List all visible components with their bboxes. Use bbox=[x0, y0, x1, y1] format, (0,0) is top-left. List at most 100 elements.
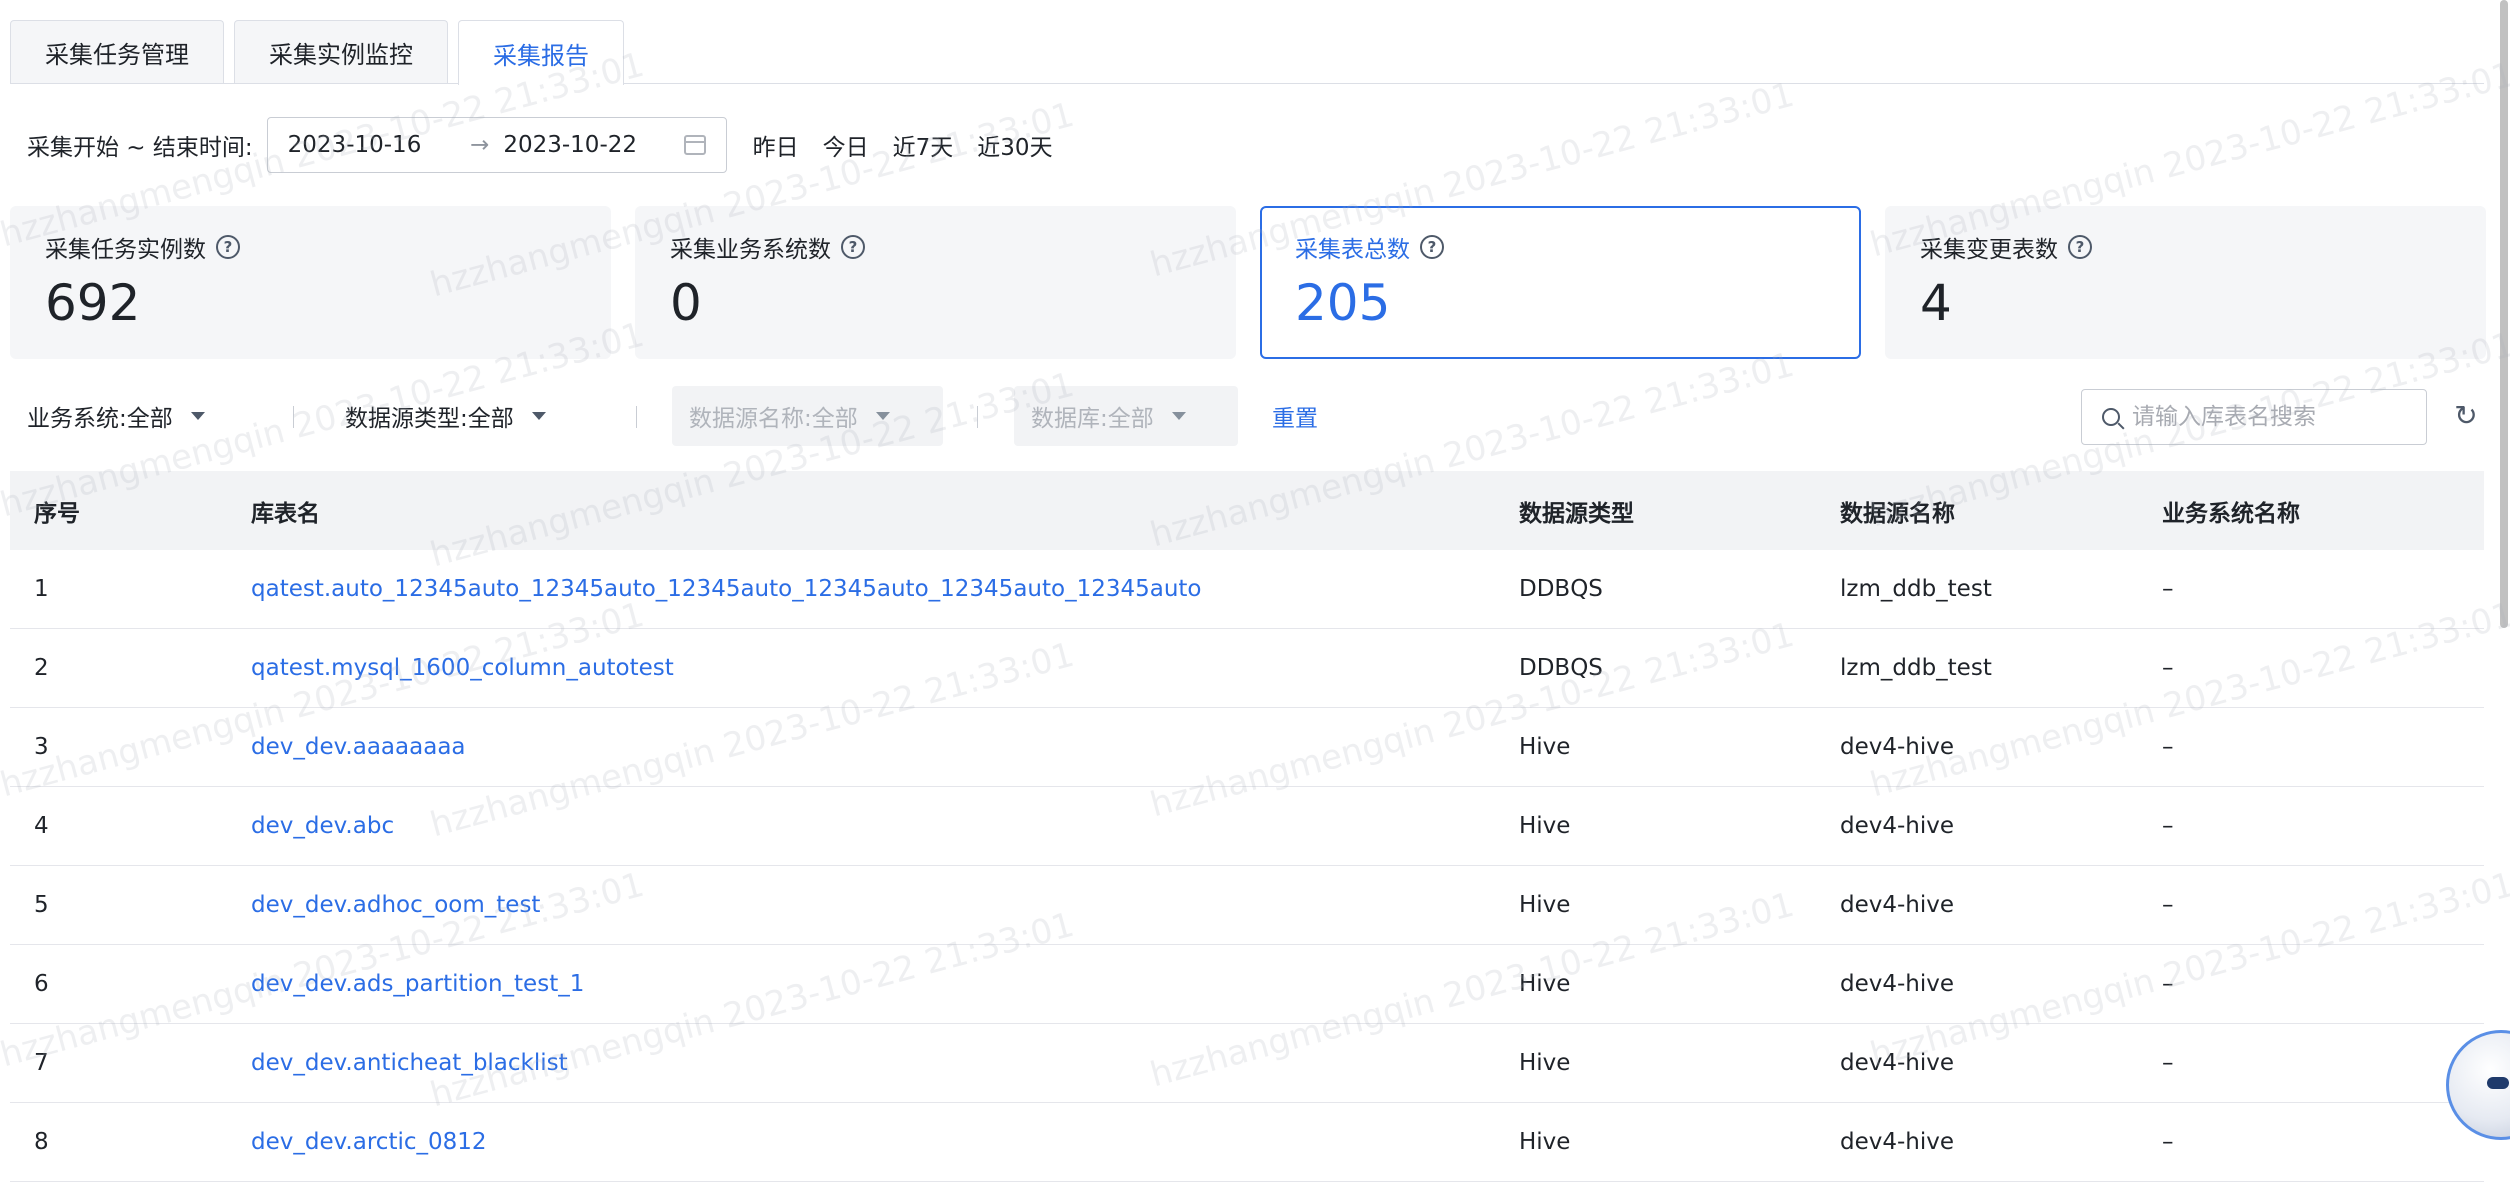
cell-business-system: – bbox=[2162, 1129, 2174, 1155]
cell-index: 6 bbox=[34, 971, 49, 997]
stat-value: 4 bbox=[1920, 274, 1952, 332]
table-name-link[interactable]: dev_dev.aaaaaaaa bbox=[251, 734, 1519, 760]
cell-datasource-name: dev4-hive bbox=[1840, 813, 1955, 839]
select-label: 数据库:全部 bbox=[1031, 406, 1154, 432]
question-circle-icon[interactable]: ? bbox=[841, 235, 865, 259]
filter-row: 业务系统:全部 数据源类型:全部 数据源名称:全部 数据库:全部 重置 ↻ bbox=[27, 386, 2497, 446]
stat-card-task-instances[interactable]: 采集任务实例数 ? 692 bbox=[10, 206, 611, 359]
cell-datasource-name: dev4-hive bbox=[1840, 1050, 1955, 1076]
stat-value: 205 bbox=[1295, 274, 1391, 332]
tab-task-management[interactable]: 采集任务管理 bbox=[10, 20, 224, 84]
table-name-link[interactable]: dev_dev.arctic_0812 bbox=[251, 1129, 1519, 1155]
quick-yesterday[interactable]: 昨日 bbox=[753, 128, 799, 162]
calendar-icon[interactable] bbox=[684, 135, 706, 155]
cell-index: 1 bbox=[34, 576, 49, 602]
refresh-icon[interactable]: ↻ bbox=[2451, 401, 2481, 431]
scrollbar-thumb[interactable] bbox=[2500, 0, 2508, 628]
cell-datasource-name: dev4-hive bbox=[1840, 892, 1955, 918]
question-circle-icon[interactable]: ? bbox=[1420, 235, 1444, 259]
stat-label: 采集变更表数 bbox=[1920, 237, 2058, 263]
database-select: 数据库:全部 bbox=[1014, 386, 1238, 446]
tab-report[interactable]: 采集报告 bbox=[458, 20, 624, 85]
quick-today[interactable]: 今日 bbox=[823, 128, 869, 162]
table-row: 4 dev_dev.abc Hive dev4-hive – bbox=[10, 787, 2484, 866]
quick-last-7-days[interactable]: 近7天 bbox=[893, 128, 954, 162]
cell-business-system: – bbox=[2162, 971, 2174, 997]
cell-business-system: – bbox=[2162, 655, 2174, 681]
table-name-link[interactable]: qatest.mysql_1600_column_autotest bbox=[251, 655, 1519, 681]
cell-index: 4 bbox=[34, 813, 49, 839]
business-system-select[interactable]: 业务系统:全部 bbox=[27, 386, 205, 446]
cell-index: 5 bbox=[34, 892, 49, 918]
datasource-type-select[interactable]: 数据源类型:全部 bbox=[345, 386, 546, 446]
table-name-link[interactable]: qatest.auto_12345auto_12345auto_12345aut… bbox=[251, 576, 1519, 602]
caret-down-icon bbox=[1171, 412, 1186, 420]
cell-business-system: – bbox=[2162, 813, 2174, 839]
table-row: 7 dev_dev.anticheat_blacklist Hive dev4-… bbox=[10, 1024, 2484, 1103]
table-search[interactable] bbox=[2081, 389, 2427, 445]
filter-divider bbox=[636, 406, 637, 428]
stat-card-total-tables[interactable]: 采集表总数 ? 205 bbox=[1260, 206, 1861, 359]
select-label: 数据源名称:全部 bbox=[689, 406, 858, 432]
table-row: 1 qatest.auto_12345auto_12345auto_12345a… bbox=[10, 550, 2484, 629]
table-row: 3 dev_dev.aaaaaaaa Hive dev4-hive – bbox=[10, 708, 2484, 787]
table-header: 序号 库表名 数据源类型 数据源名称 业务系统名称 bbox=[10, 471, 2484, 550]
stat-label: 采集业务系统数 bbox=[670, 237, 831, 263]
stat-label: 采集表总数 bbox=[1295, 237, 1410, 263]
cell-datasource-type: DDBQS bbox=[1519, 576, 1603, 602]
tab-bar: 采集任务管理 采集实例监控 采集报告 bbox=[10, 20, 624, 85]
cell-business-system: – bbox=[2162, 576, 2174, 602]
tables-table: 序号 库表名 数据源类型 数据源名称 业务系统名称 1 qatest.auto_… bbox=[10, 471, 2484, 1182]
stat-value: 0 bbox=[670, 274, 702, 332]
table-row: 6 dev_dev.ads_partition_test_1 Hive dev4… bbox=[10, 945, 2484, 1024]
date-filter-row: 采集开始 ~ 结束时间: 2023-10-16 → 2023-10-22 昨日 … bbox=[27, 117, 1053, 173]
cell-index: 3 bbox=[34, 734, 49, 760]
cell-datasource-type: DDBQS bbox=[1519, 655, 1603, 681]
cell-datasource-name: dev4-hive bbox=[1840, 1129, 1955, 1155]
cell-business-system: – bbox=[2162, 892, 2174, 918]
table-name-link[interactable]: dev_dev.anticheat_blacklist bbox=[251, 1050, 1519, 1076]
reset-button[interactable]: 重置 bbox=[1272, 386, 1318, 446]
search-input[interactable] bbox=[2132, 404, 2402, 430]
filter-divider bbox=[293, 406, 294, 428]
table-row: 2 qatest.mysql_1600_column_autotest DDBQ… bbox=[10, 629, 2484, 708]
col-header-datasource-type: 数据源类型 bbox=[1519, 500, 1634, 527]
cell-datasource-name: dev4-hive bbox=[1840, 971, 1955, 997]
col-header-business-system: 业务系统名称 bbox=[2162, 500, 2300, 527]
cell-datasource-type: Hive bbox=[1519, 892, 1571, 918]
select-label: 数据源类型:全部 bbox=[345, 406, 514, 432]
stat-card-business-systems[interactable]: 采集业务系统数 ? 0 bbox=[635, 206, 1236, 359]
cell-datasource-name: lzm_ddb_test bbox=[1840, 655, 1992, 681]
datasource-name-select: 数据源名称:全部 bbox=[672, 386, 943, 446]
filter-divider bbox=[977, 406, 978, 428]
col-header-table-name: 库表名 bbox=[251, 500, 320, 527]
stat-card-changed-tables[interactable]: 采集变更表数 ? 4 bbox=[1885, 206, 2486, 359]
table-name-link[interactable]: dev_dev.adhoc_oom_test bbox=[251, 892, 1519, 918]
end-date[interactable]: 2023-10-22 bbox=[503, 132, 670, 158]
select-label: 业务系统:全部 bbox=[27, 406, 173, 432]
cell-datasource-type: Hive bbox=[1519, 734, 1571, 760]
cell-index: 8 bbox=[34, 1129, 49, 1155]
quick-last-30-days[interactable]: 近30天 bbox=[977, 128, 1052, 162]
stat-label: 采集任务实例数 bbox=[45, 237, 206, 263]
tab-instance-monitor[interactable]: 采集实例监控 bbox=[234, 20, 448, 84]
cell-business-system: – bbox=[2162, 734, 2174, 760]
robot-visor-icon bbox=[2487, 1077, 2509, 1089]
cell-datasource-type: Hive bbox=[1519, 971, 1571, 997]
table-name-link[interactable]: dev_dev.ads_partition_test_1 bbox=[251, 971, 1519, 997]
cell-datasource-type: Hive bbox=[1519, 1050, 1571, 1076]
caret-down-icon bbox=[190, 412, 205, 420]
col-header-datasource-name: 数据源名称 bbox=[1840, 500, 1955, 527]
cell-datasource-name: dev4-hive bbox=[1840, 734, 1955, 760]
date-range-picker[interactable]: 2023-10-16 → 2023-10-22 bbox=[266, 117, 727, 173]
cell-index: 7 bbox=[34, 1050, 49, 1076]
table-name-link[interactable]: dev_dev.abc bbox=[251, 813, 1519, 839]
col-header-index: 序号 bbox=[34, 500, 80, 527]
question-circle-icon[interactable]: ? bbox=[2068, 235, 2092, 259]
stat-cards: 采集任务实例数 ? 692 采集业务系统数 ? 0 采集表总数 ? 205 采集… bbox=[10, 206, 2486, 359]
tab-divider bbox=[10, 83, 2484, 84]
question-circle-icon[interactable]: ? bbox=[216, 235, 240, 259]
start-date[interactable]: 2023-10-16 bbox=[288, 132, 457, 158]
caret-down-icon bbox=[875, 412, 890, 420]
cell-datasource-type: Hive bbox=[1519, 1129, 1571, 1155]
